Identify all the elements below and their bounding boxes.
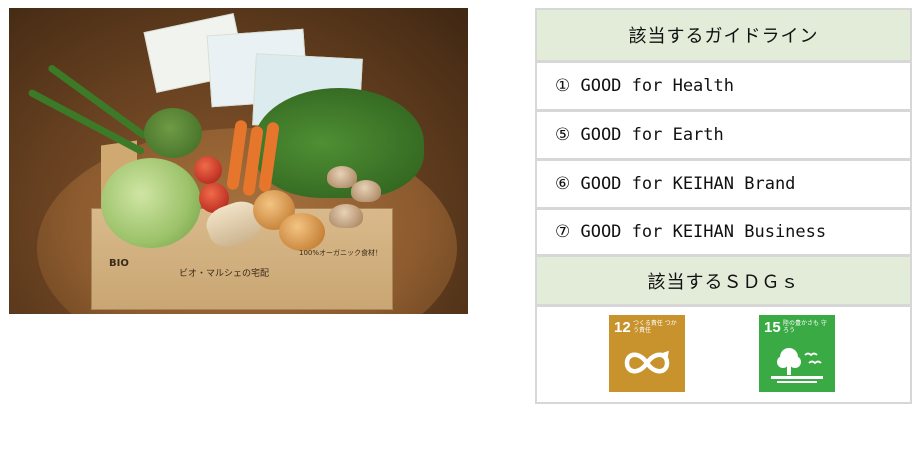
guidelines-table: 該当するガイドライン ① GOOD for Health ⑤ GOOD for … bbox=[535, 8, 912, 404]
box-text: ビオ・マルシェの宅配 bbox=[179, 269, 270, 279]
onion bbox=[279, 213, 325, 251]
sdg-goal-15: 15 陸の豊かさも 守ろう bbox=[759, 315, 835, 392]
mushroom bbox=[351, 180, 381, 202]
cabbage bbox=[101, 158, 201, 248]
sdg-icons: 12 つくる責任 つかう責任 15 陸の豊かさも 守ろう bbox=[537, 307, 910, 402]
guideline-item-earth: ⑤ GOOD for Earth bbox=[555, 125, 724, 145]
broccoli bbox=[144, 108, 202, 158]
infinity-icon bbox=[624, 350, 670, 374]
tomato bbox=[194, 156, 222, 184]
box-subtext: 100%オーガニック食材！ bbox=[299, 249, 383, 257]
vegetable-box-photo: BIO ビオ・マルシェの宅配 100%オーガニック食材！ bbox=[9, 8, 468, 314]
guideline-item-health: ① GOOD for Health bbox=[555, 76, 734, 96]
tree-icon bbox=[771, 348, 823, 383]
guideline-item-keihan-business: ⑦ GOOD for KEIHAN Business bbox=[555, 222, 827, 242]
box-logo: BIO bbox=[109, 258, 129, 269]
guideline-item-keihan-brand: ⑥ GOOD for KEIHAN Brand bbox=[555, 174, 796, 194]
sdgs-header: 該当するＳＤＧｓ bbox=[537, 257, 910, 304]
guidelines-header: 該当するガイドライン bbox=[537, 10, 910, 60]
mushroom bbox=[329, 204, 363, 228]
sdg-goal-12: 12 つくる責任 つかう責任 bbox=[609, 315, 685, 392]
